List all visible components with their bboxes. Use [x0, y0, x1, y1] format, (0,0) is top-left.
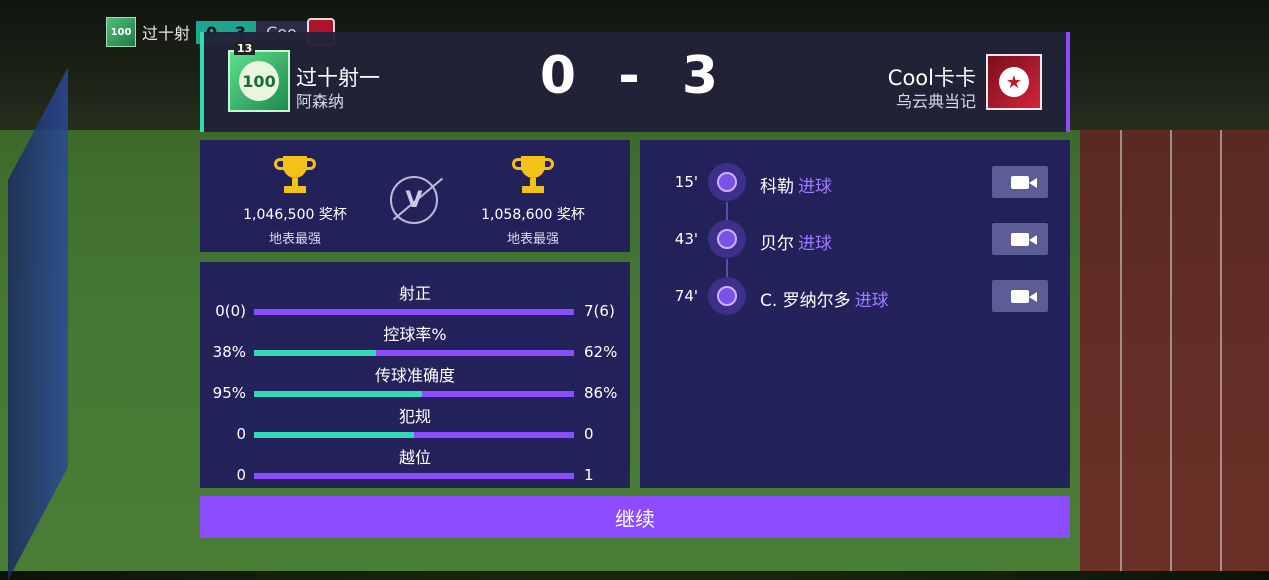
stat-label: 传球准确度	[374, 366, 455, 385]
match-stats-panel: 射正 0(0) 7(6) 控球率% 38% 62% 传球准确度 95% 86% …	[200, 262, 630, 488]
away-team-badge-icon: ★	[986, 54, 1042, 110]
stat-row: 传球准确度 95% 86%	[200, 362, 630, 402]
stat-bar	[254, 432, 574, 438]
stat-home-value: 0	[236, 425, 246, 443]
running-track	[1080, 130, 1269, 571]
event-minute: 15'	[674, 173, 698, 191]
event-description: C. 罗纳尔多 进球	[760, 286, 889, 311]
stat-bar	[254, 391, 574, 397]
stat-home-value: 0	[236, 466, 246, 484]
video-camera-icon	[1011, 289, 1037, 303]
stat-home-value: 0(0)	[215, 302, 246, 320]
goal-event: 74' C. 罗纳尔多 进球	[640, 275, 1070, 315]
football-icon	[708, 220, 746, 258]
home-club-badge-icon: 100	[106, 17, 136, 47]
video-camera-icon	[1011, 175, 1037, 189]
video-camera-icon	[1011, 232, 1037, 246]
stat-row: 越位 0 1	[200, 444, 630, 484]
stat-row: 控球率% 38% 62%	[200, 321, 630, 361]
away-club-name: 乌云典当记	[895, 92, 976, 111]
stat-bar	[254, 309, 574, 315]
football-icon	[708, 277, 746, 315]
replay-camera-button[interactable]	[992, 223, 1048, 255]
event-minute: 43'	[674, 230, 698, 248]
event-player: 科勒	[760, 177, 794, 197]
stat-away-value: 86%	[584, 384, 618, 402]
event-player: 贝尔	[760, 234, 794, 254]
goal-event: 43' 贝尔 进球	[640, 218, 1070, 258]
trophy-icon	[512, 156, 554, 194]
match-header: 13 100 过十射一 阿森纳 0 - 3 Cool卡卡 乌云典当记 ★	[200, 32, 1070, 132]
stat-home-value: 95%	[212, 384, 246, 402]
event-type: 进球	[798, 177, 832, 197]
stat-bar	[254, 350, 574, 356]
vs-icon: V	[390, 176, 438, 224]
goal-events-panel: 15' 科勒 进球 43' 贝尔 进球 74' C. 罗纳尔多 进球	[640, 140, 1070, 488]
event-minute: 74'	[674, 287, 698, 305]
home-trophy-count: 1,046,500 奖杯	[243, 207, 347, 223]
trophy-icon	[274, 156, 316, 194]
stat-bar-home-fill	[254, 432, 414, 438]
away-trophy-count: 1,058,600 奖杯	[481, 207, 585, 223]
away-tier: 地表最强	[506, 232, 559, 247]
stat-label: 越位	[398, 448, 431, 467]
stat-away-value: 62%	[584, 343, 618, 361]
football-icon	[708, 163, 746, 201]
stat-label: 犯规	[398, 407, 431, 426]
stat-bar-home-fill	[254, 350, 376, 356]
event-description: 科勒 进球	[760, 172, 832, 197]
track-line	[1220, 130, 1222, 571]
stat-label: 射正	[398, 284, 431, 303]
stat-away-value: 1	[584, 466, 594, 484]
replay-camera-button[interactable]	[992, 280, 1048, 312]
event-description: 贝尔 进球	[760, 229, 832, 254]
trophy-panel: 1,046,500 奖杯 地表最强 V 1,058,600 奖杯 地表最强	[200, 140, 630, 252]
stat-home-value: 38%	[212, 343, 246, 361]
track-line	[1120, 130, 1122, 571]
mini-home-name: 过十射	[142, 24, 191, 43]
away-trophy: 1,058,600 奖杯 地表最强	[458, 156, 608, 247]
track-line	[1170, 130, 1172, 571]
stat-label: 控球率%	[383, 325, 447, 344]
event-type: 进球	[798, 234, 832, 254]
goal-event: 15' 科勒 进球	[640, 161, 1070, 201]
stat-away-value: 0	[584, 425, 594, 443]
stat-row: 射正 0(0) 7(6)	[200, 280, 630, 320]
home-tier: 地表最强	[268, 232, 321, 247]
event-type: 进球	[854, 291, 889, 311]
stat-bar-home-fill	[254, 391, 422, 397]
event-player: C. 罗纳尔多	[760, 291, 851, 311]
stat-row: 犯规 0 0	[200, 403, 630, 443]
continue-button[interactable]: 继续	[200, 496, 1070, 538]
replay-camera-button[interactable]	[992, 166, 1048, 198]
star-icon: ★	[999, 67, 1029, 97]
home-trophy: 1,046,500 奖杯 地表最强	[220, 156, 370, 247]
stat-away-value: 7(6)	[584, 302, 615, 320]
stat-bar	[254, 473, 574, 479]
